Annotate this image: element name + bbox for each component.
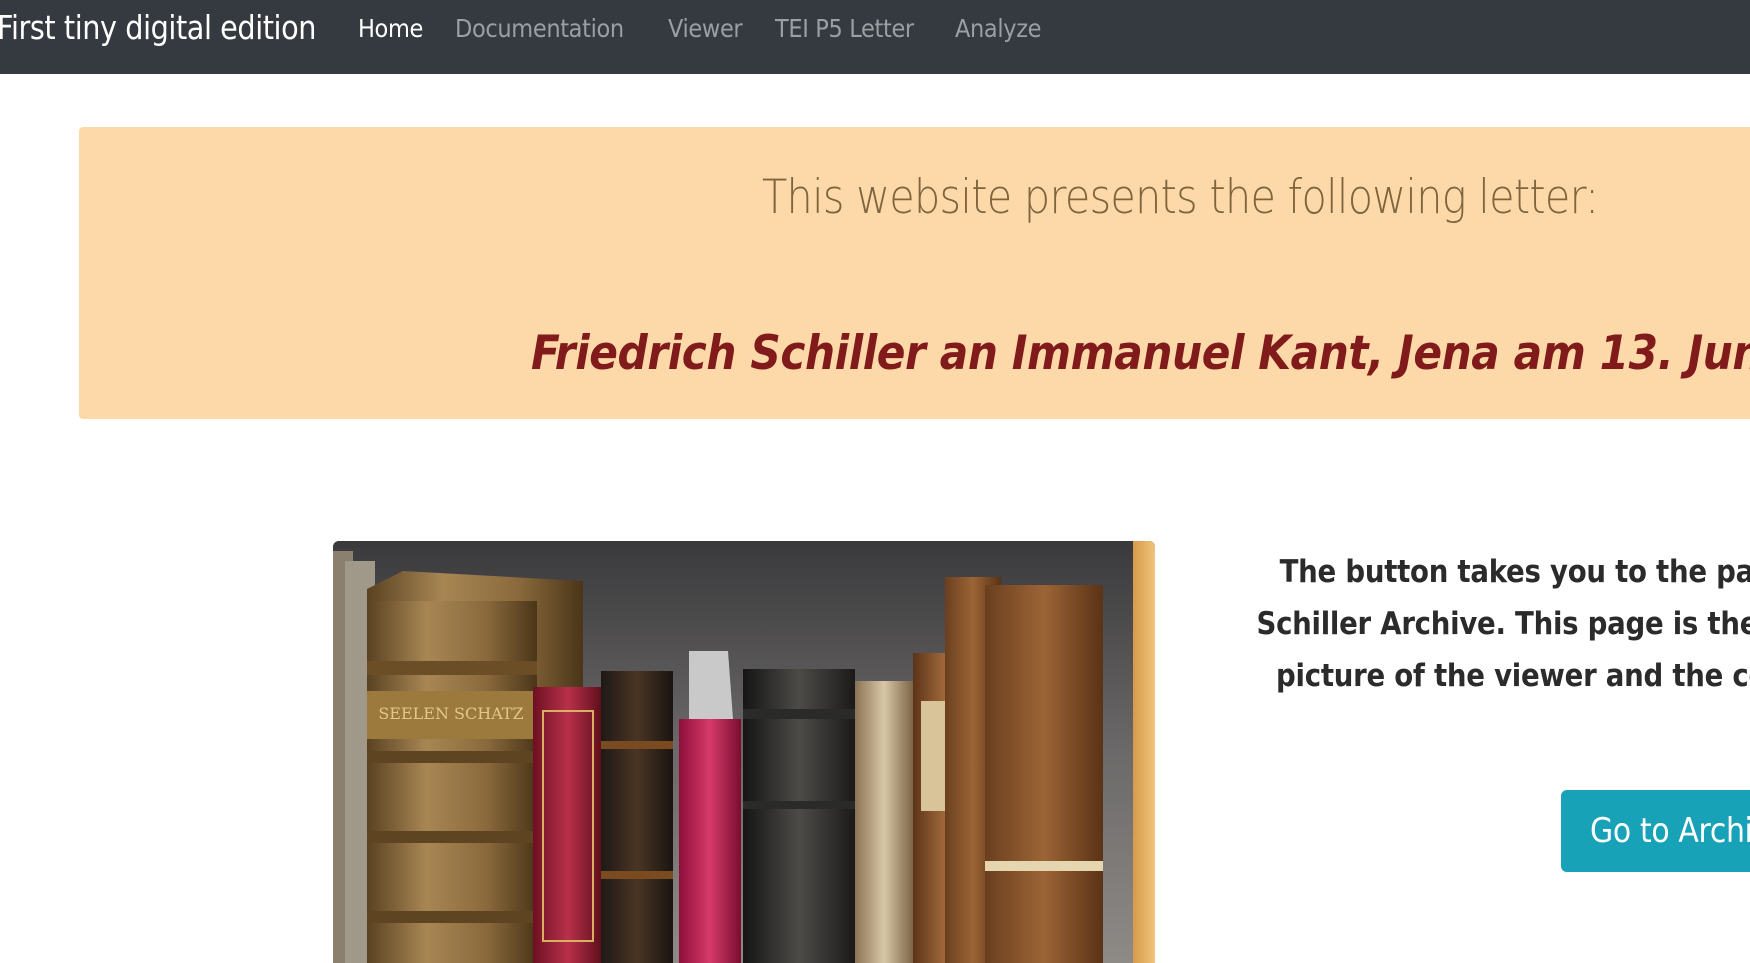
- go-to-archive-button[interactable]: Go to Archi: [1561, 790, 1750, 872]
- antique-books-image: SEELEN SCHATZ: [333, 541, 1155, 963]
- nav-link-viewer[interactable]: Viewer: [668, 14, 743, 43]
- archive-description: The button takes you to the pa Schiller …: [1228, 546, 1750, 702]
- letter-title: Friedrich Schiller an Immanuel Kant, Jen…: [531, 326, 1750, 381]
- books-illustration: SEELEN SCHATZ: [333, 541, 1155, 963]
- nav-link-analyze[interactable]: Analyze: [955, 14, 1042, 43]
- nav-link-documentation[interactable]: Documentation: [455, 14, 624, 43]
- description-line-3: picture of the viewer and the co: [1276, 658, 1750, 694]
- nav-link-tei-p5-letter[interactable]: TEI P5 Letter: [775, 14, 914, 43]
- nav-links: Home Documentation Viewer TEI P5 Letter …: [358, 8, 1075, 48]
- svg-text:SEELEN SCHATZ: SEELEN SCHATZ: [378, 704, 523, 723]
- description-line-1: The button takes you to the pa: [1279, 554, 1750, 590]
- banner-lead-text: This website presents the following lett…: [762, 170, 1599, 225]
- nav-link-home[interactable]: Home: [358, 14, 423, 43]
- brand-link[interactable]: First tiny digital edition: [0, 6, 316, 50]
- top-navbar: First tiny digital edition Home Document…: [0, 0, 1750, 74]
- description-line-2: Schiller Archive. This page is the: [1256, 606, 1750, 642]
- go-to-archive-label: Go to Archi: [1590, 811, 1750, 851]
